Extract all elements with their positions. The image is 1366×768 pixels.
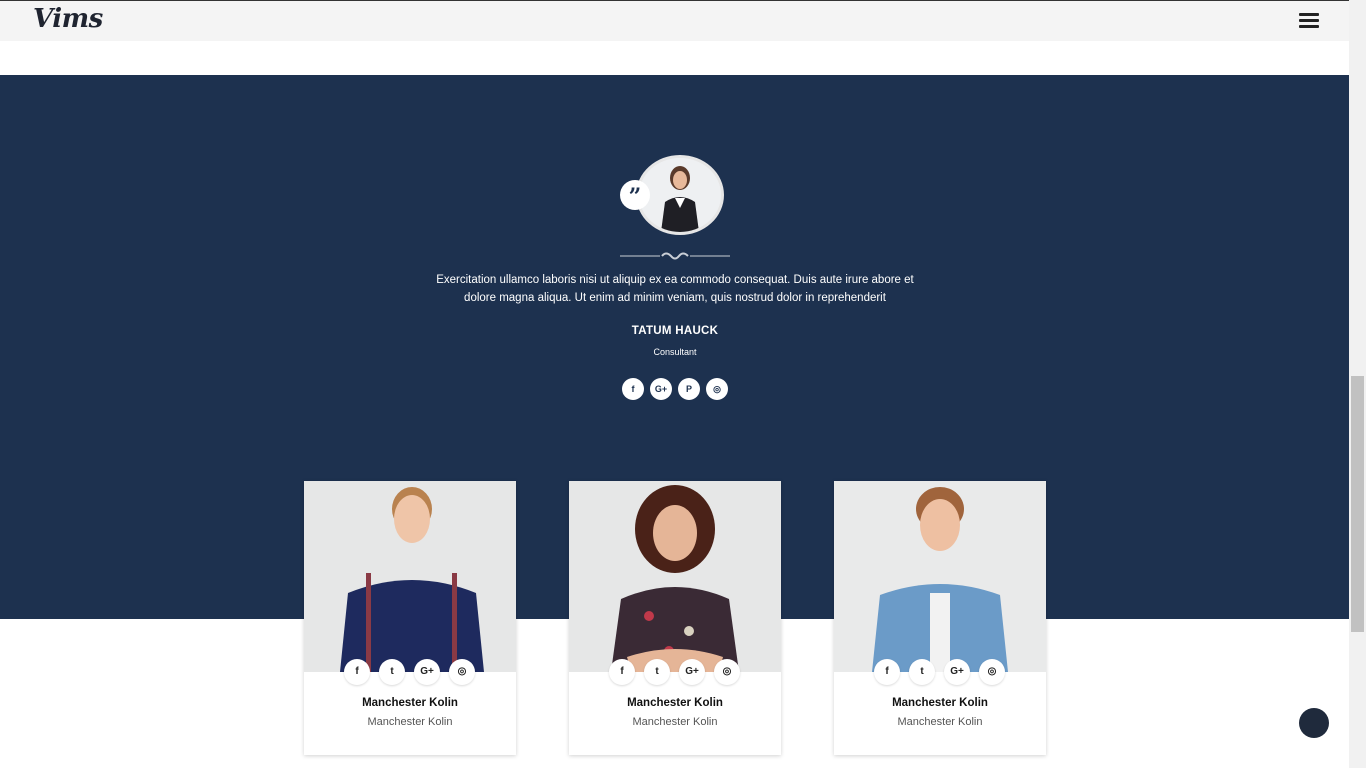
testimonial-role: Consultant — [653, 347, 697, 357]
instagram-icon[interactable]: ◎ — [449, 659, 475, 685]
team-member-name: Manchester Kolin — [892, 697, 988, 709]
twitter-icon[interactable]: t — [379, 659, 405, 685]
logo[interactable]: Vims — [33, 4, 103, 34]
team-member-role: Manchester Kolin — [632, 716, 718, 728]
team-member-photo — [569, 481, 781, 672]
team-member-photo — [304, 481, 516, 672]
instagram-icon[interactable]: ◎ — [714, 659, 740, 685]
team-member-role: Manchester Kolin — [897, 716, 983, 728]
facebook-icon[interactable]: f — [622, 378, 644, 400]
chat-button[interactable] — [1299, 708, 1329, 738]
ornament-divider — [620, 252, 730, 260]
facebook-icon[interactable]: f — [874, 659, 900, 685]
team-card: f t G+ ◎ Manchester Kolin Manchester Kol… — [304, 481, 516, 755]
quote-icon: ” — [620, 180, 650, 210]
team-card: f t G+ ◎ Manchester Kolin Manchester Kol… — [569, 481, 781, 755]
pinterest-icon[interactable]: P — [678, 378, 700, 400]
google-plus-icon[interactable]: G+ — [944, 659, 970, 685]
google-plus-icon[interactable]: G+ — [414, 659, 440, 685]
team-member-name: Manchester Kolin — [627, 697, 723, 709]
team-card: f t G+ ◎ Manchester Kolin Manchester Kol… — [834, 481, 1046, 755]
menu-hamburger-icon[interactable] — [1299, 13, 1319, 29]
testimonial-quote: Exercitation ullamco laboris nisi ut ali… — [436, 274, 914, 304]
twitter-icon[interactable]: t — [909, 659, 935, 685]
site-header: Vims — [0, 0, 1349, 41]
twitter-icon[interactable]: t — [644, 659, 670, 685]
testimonial-name: TATUM HAUCK — [631, 325, 719, 337]
team-member-name: Manchester Kolin — [362, 697, 458, 709]
facebook-icon[interactable]: f — [344, 659, 370, 685]
instagram-icon[interactable]: ◎ — [706, 378, 728, 400]
google-plus-icon[interactable]: G+ — [679, 659, 705, 685]
team-member-role: Manchester Kolin — [367, 716, 453, 728]
scrollbar-thumb[interactable] — [1351, 376, 1364, 632]
team-member-photo — [834, 481, 1046, 672]
facebook-icon[interactable]: f — [609, 659, 635, 685]
instagram-icon[interactable]: ◎ — [979, 659, 1005, 685]
google-plus-icon[interactable]: G+ — [650, 378, 672, 400]
